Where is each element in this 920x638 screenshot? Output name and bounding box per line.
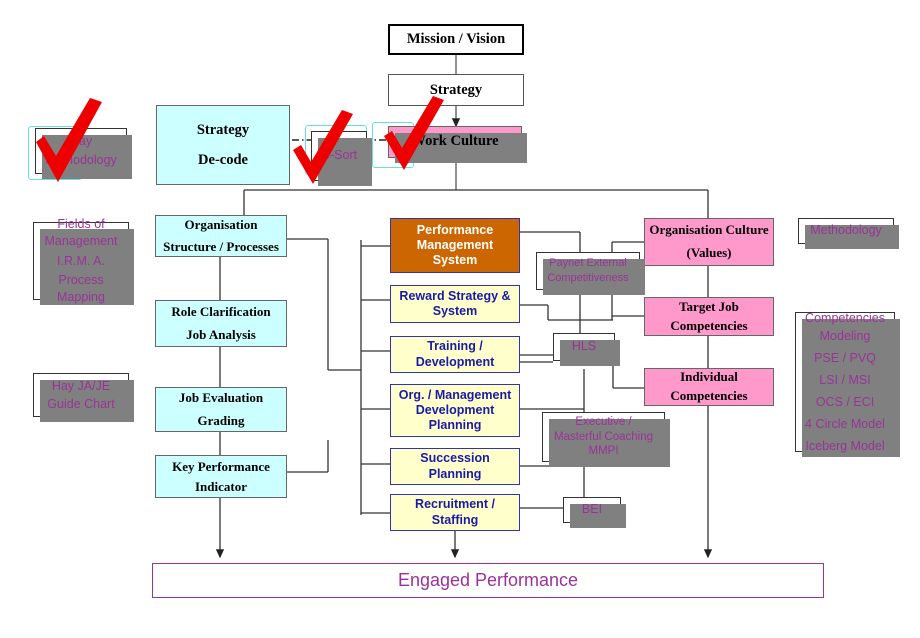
fields-line-2: I.R.M. A.: [57, 253, 105, 268]
fields-line-4: Mapping: [57, 290, 105, 305]
training-line-0: Training /: [427, 339, 483, 354]
c-sort-box[interactable]: C-Sort: [311, 131, 372, 186]
kpi-line-1: Indicator: [195, 478, 247, 494]
hay-ja-je-box[interactable]: Hay JA/JE Guide Chart: [33, 373, 134, 422]
recruitment-line-0: Recruitment /: [415, 497, 495, 512]
engaged-performance-banner[interactable]: Engaged Performance: [152, 563, 824, 598]
org-structure-line-1: Structure / Processes: [163, 239, 279, 254]
work-culture-box[interactable]: Work Culture: [388, 126, 527, 163]
succession-planning-box[interactable]: Succession Planning: [390, 448, 520, 485]
hls-box[interactable]: HLS: [553, 333, 620, 366]
c-sort-label: C-Sort: [320, 148, 358, 163]
performance-management-system-box[interactable]: Performance Management System: [390, 218, 520, 273]
ordp-line-2: Planning: [428, 418, 482, 433]
hay-methodology-line-0: Hay: [69, 133, 93, 148]
individual-line-0: Individual: [680, 369, 738, 385]
org-culture-line-0: Organisation Culture: [649, 222, 769, 238]
fields-line-3: Process: [58, 273, 104, 288]
role-clarification-box[interactable]: Role Clarification Job Analysis: [155, 300, 287, 347]
training-line-1: Development: [415, 354, 495, 369]
pms-line-1: Management: [416, 237, 494, 252]
comp-line-6: Iceberg Model: [805, 439, 885, 454]
strategy-box[interactable]: Strategy: [388, 74, 524, 106]
fields-of-management-box[interactable]: Fields of Management I.R.M. A. Process M…: [33, 217, 134, 305]
reward-line-1: System: [432, 304, 478, 318]
key-performance-indicator-box[interactable]: Key Performance Indicator: [155, 455, 287, 498]
kpi-line-0: Key Performance: [172, 459, 270, 474]
role-clarification-line-0: Role Clarification: [171, 304, 271, 320]
pms-line-0: Performance: [416, 222, 494, 237]
individual-competencies-box[interactable]: Individual Competencies: [644, 368, 774, 406]
hay-methodology-line-1: Methodology: [45, 153, 117, 167]
executive-masterful-coaching-box[interactable]: Executive / Masterful Coaching MMPI: [542, 412, 670, 467]
mission-vision-box[interactable]: Mission / Vision: [388, 24, 524, 55]
org-structure-line-0: Organisation: [184, 216, 258, 232]
mission-vision-label: Mission / Vision: [406, 31, 506, 47]
succession-line-0: Succession: [420, 451, 490, 466]
exec-line-1: Masterful Coaching: [553, 430, 654, 443]
pms-line-2: System: [432, 253, 478, 268]
paynet-external-competitiveness-box[interactable]: Paynet External Competitiveness: [536, 252, 645, 295]
comp-line-1: Modeling: [819, 328, 871, 343]
role-clarification-line-1: Job Analysis: [186, 326, 256, 342]
methodology-label: Methodology: [810, 223, 882, 238]
work-culture-label: Work Culture: [411, 133, 499, 150]
target-job-competencies-box[interactable]: Target Job Competencies: [644, 297, 774, 336]
organisation-structure-box[interactable]: Organisation Structure / Processes: [155, 215, 287, 257]
job-evaluation-box[interactable]: Job Evaluation Grading: [155, 387, 287, 432]
strategy-decode-line2: De-code: [198, 152, 248, 168]
individual-line-1: Competencies: [670, 388, 748, 403]
org-management-development-planning-box[interactable]: Org. / Management Development Planning: [390, 384, 520, 437]
diagram-canvas: Mission / Vision Strategy Work Culture S…: [0, 0, 920, 638]
comp-line-0: Competencies: [805, 310, 885, 325]
reward-strategy-system-box[interactable]: Reward Strategy & System: [390, 285, 520, 323]
comp-line-3: LSI / MSI: [819, 372, 871, 387]
methodology-box[interactable]: Methodology: [798, 218, 899, 249]
comp-line-2: PSE / PVQ: [814, 350, 876, 365]
target-job-line-0: Target Job: [679, 298, 739, 314]
engaged-performance-label: Engaged Performance: [397, 570, 579, 590]
strategy-label: Strategy: [429, 81, 483, 98]
job-evaluation-line-1: Grading: [197, 412, 245, 428]
exec-line-0: Executive /: [575, 415, 632, 428]
comp-line-5: 4 Circle Model: [805, 417, 885, 432]
training-development-box[interactable]: Training / Development: [390, 336, 520, 373]
strategy-decode-box[interactable]: Strategy De-code: [156, 105, 290, 185]
exec-line-2: MMPI: [588, 445, 619, 458]
hls-label: HLS: [571, 339, 597, 354]
target-job-line-1: Competencies: [670, 317, 748, 333]
competencies-modeling-box[interactable]: Competencies Modeling PSE / PVQ LSI / MS…: [795, 310, 900, 457]
strategy-decode-line1: Strategy: [196, 121, 250, 138]
reward-line-0: Reward Strategy &: [399, 288, 511, 303]
org-culture-line-1: (Values): [686, 245, 732, 260]
ordp-line-1: Development: [415, 402, 495, 417]
bei-box[interactable]: BEI: [563, 497, 626, 528]
ordp-line-0: Org. / Management: [398, 387, 512, 402]
paynet-line-1: Competitiveness: [547, 272, 629, 284]
organisation-culture-box[interactable]: Organisation Culture (Values): [644, 218, 774, 266]
recruitment-staffing-box[interactable]: Recruitment / Staffing: [390, 494, 520, 531]
hay-jaje-line-1: Guide Chart: [47, 397, 115, 411]
bei-label: BEI: [581, 502, 603, 517]
comp-line-4: OCS / ECI: [815, 395, 875, 410]
recruitment-line-1: Staffing: [431, 512, 479, 527]
fields-line-1: Management: [44, 233, 118, 248]
paynet-line-0: Paynet External: [549, 257, 627, 270]
hay-methodology-box[interactable]: Hay Methodology: [35, 128, 132, 179]
hay-jaje-line-0: Hay JA/JE: [51, 378, 111, 393]
job-evaluation-line-0: Job Evaluation: [178, 390, 264, 406]
succession-line-1: Planning: [428, 466, 482, 481]
fields-line-0: Fields of: [57, 216, 105, 231]
